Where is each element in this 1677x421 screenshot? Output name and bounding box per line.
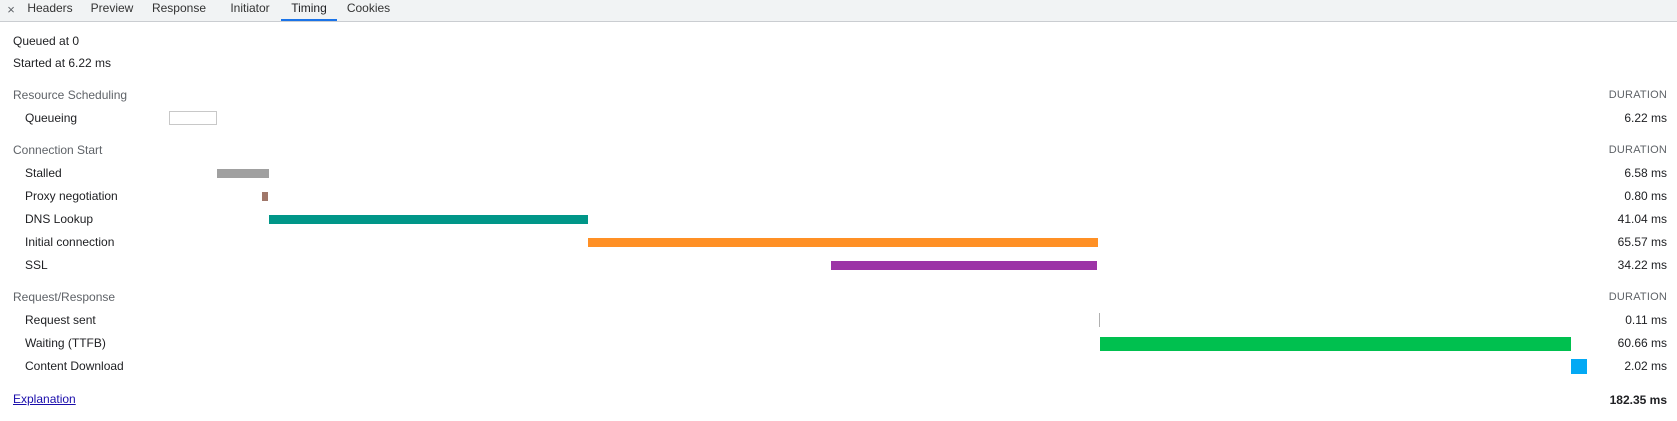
total-duration: 182.35 ms (1609, 393, 1667, 407)
timing-duration-initial-connection: 65.57 ms (1617, 235, 1667, 249)
close-icon[interactable]: × (4, 2, 18, 18)
timing-bar-queueing (169, 111, 217, 125)
tab-response[interactable]: Response (148, 0, 210, 21)
timing-bar-request-sent (1099, 313, 1100, 327)
duration-header: DURATION (1608, 291, 1667, 303)
network-detail-tabbar: × Headers Preview Response Initiator Tim… (0, 0, 1677, 22)
timing-label-content-download: Content Download (25, 359, 124, 373)
tab-preview[interactable]: Preview (87, 0, 137, 21)
timing-label-stalled: Stalled (25, 166, 62, 180)
timing-label-request-sent: Request sent (25, 313, 96, 327)
timing-label-dns-lookup: DNS Lookup (25, 212, 94, 226)
explanation-link[interactable]: Explanation (13, 392, 76, 406)
timing-duration-stalled: 6.58 ms (1624, 166, 1667, 180)
timing-duration-waiting-ttfb: 60.66 ms (1617, 336, 1667, 350)
timing-duration-request-sent: 0.11 ms (1625, 313, 1667, 327)
timing-bar-initial-connection (588, 238, 1098, 247)
timing-duration-content-download: 2.02 ms (1624, 359, 1667, 373)
timing-label-ssl: SSL (25, 258, 48, 272)
section-title-resource-scheduling: Resource Scheduling (13, 88, 128, 102)
section-title-request-response: Request/Response (13, 290, 116, 304)
tab-cookies[interactable]: Cookies (343, 0, 394, 21)
timing-label-initial-connection: Initial connection (25, 235, 115, 249)
timing-duration-ssl: 34.22 ms (1617, 258, 1667, 272)
timing-duration-proxy-negotiation: 0.80 ms (1624, 189, 1667, 203)
timing-bar-ssl (831, 261, 1097, 270)
timing-label-queueing: Queueing (25, 111, 78, 125)
timing-duration-dns-lookup: 41.04 ms (1617, 212, 1667, 226)
timing-label-waiting-ttfb: Waiting (TTFB) (25, 336, 106, 350)
timing-duration-queueing: 6.22 ms (1624, 111, 1667, 125)
timing-bar-waiting-ttfb (1100, 337, 1571, 351)
tab-timing[interactable]: Timing (281, 0, 337, 21)
started-at-text: Started at 6.22 ms (13, 56, 112, 70)
timing-bar-dns-lookup (269, 215, 588, 224)
timing-bar-proxy-negotiation (262, 192, 268, 201)
timing-bar-content-download (1571, 359, 1587, 374)
tab-headers[interactable]: Headers (24, 0, 76, 21)
tab-initiator[interactable]: Initiator (222, 0, 278, 21)
timing-bar-stalled (217, 169, 269, 178)
section-title-connection-start: Connection Start (13, 143, 103, 157)
duration-header: DURATION (1608, 89, 1667, 101)
timing-label-proxy-negotiation: Proxy negotiation (25, 189, 118, 203)
queued-at-text: Queued at 0 (13, 34, 80, 48)
duration-header: DURATION (1608, 144, 1667, 156)
